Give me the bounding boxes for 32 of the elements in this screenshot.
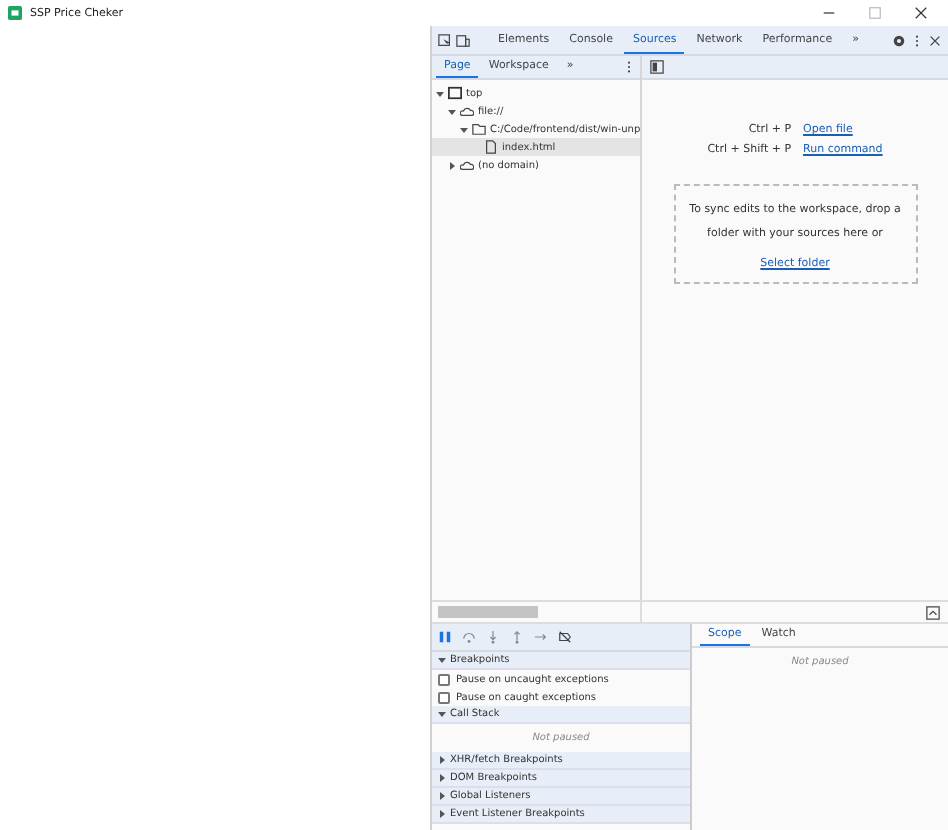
collapsed-arrow-icon[interactable]: [448, 161, 456, 169]
drawer-toggle-icon[interactable]: [926, 606, 940, 620]
pause-icon[interactable]: [438, 630, 452, 644]
expanded-arrow-icon[interactable]: [436, 89, 444, 97]
sidebar-toggle-icon[interactable]: [650, 60, 664, 74]
checkbox[interactable]: [438, 673, 450, 685]
file-icon: [484, 140, 498, 154]
app-logo-icon: [8, 6, 22, 20]
checkbox[interactable]: [438, 691, 450, 703]
expanded-arrow-icon[interactable]: [460, 125, 468, 133]
step-into-icon[interactable]: [486, 630, 500, 644]
collapsed-arrow-icon[interactable]: [438, 792, 446, 800]
close-icon[interactable]: [928, 33, 942, 47]
step-out-icon[interactable]: [510, 630, 524, 644]
deactivate-breakpoints-icon[interactable]: [558, 630, 572, 644]
minimize-icon[interactable]: [822, 6, 836, 20]
horizontal-scrollbar[interactable]: [432, 602, 642, 622]
inspect-icon[interactable]: [438, 33, 452, 47]
frame-icon: [448, 86, 462, 100]
collapsed-arrow-icon[interactable]: [438, 810, 446, 818]
collapsed-arrow-icon[interactable]: [438, 774, 446, 782]
close-icon[interactable]: [914, 6, 928, 20]
step-over-icon[interactable]: [462, 630, 476, 644]
settings-icon[interactable]: [892, 33, 906, 47]
collapsed-arrow-icon[interactable]: [438, 756, 446, 764]
device-icon[interactable]: [456, 33, 470, 47]
cloud-icon: [460, 158, 474, 172]
expanded-arrow-icon[interactable]: [448, 107, 456, 115]
cloud-icon: [460, 104, 474, 118]
expanded-arrow-icon[interactable]: [438, 710, 446, 718]
folder-icon: [472, 122, 486, 136]
expanded-arrow-icon[interactable]: [438, 656, 446, 664]
